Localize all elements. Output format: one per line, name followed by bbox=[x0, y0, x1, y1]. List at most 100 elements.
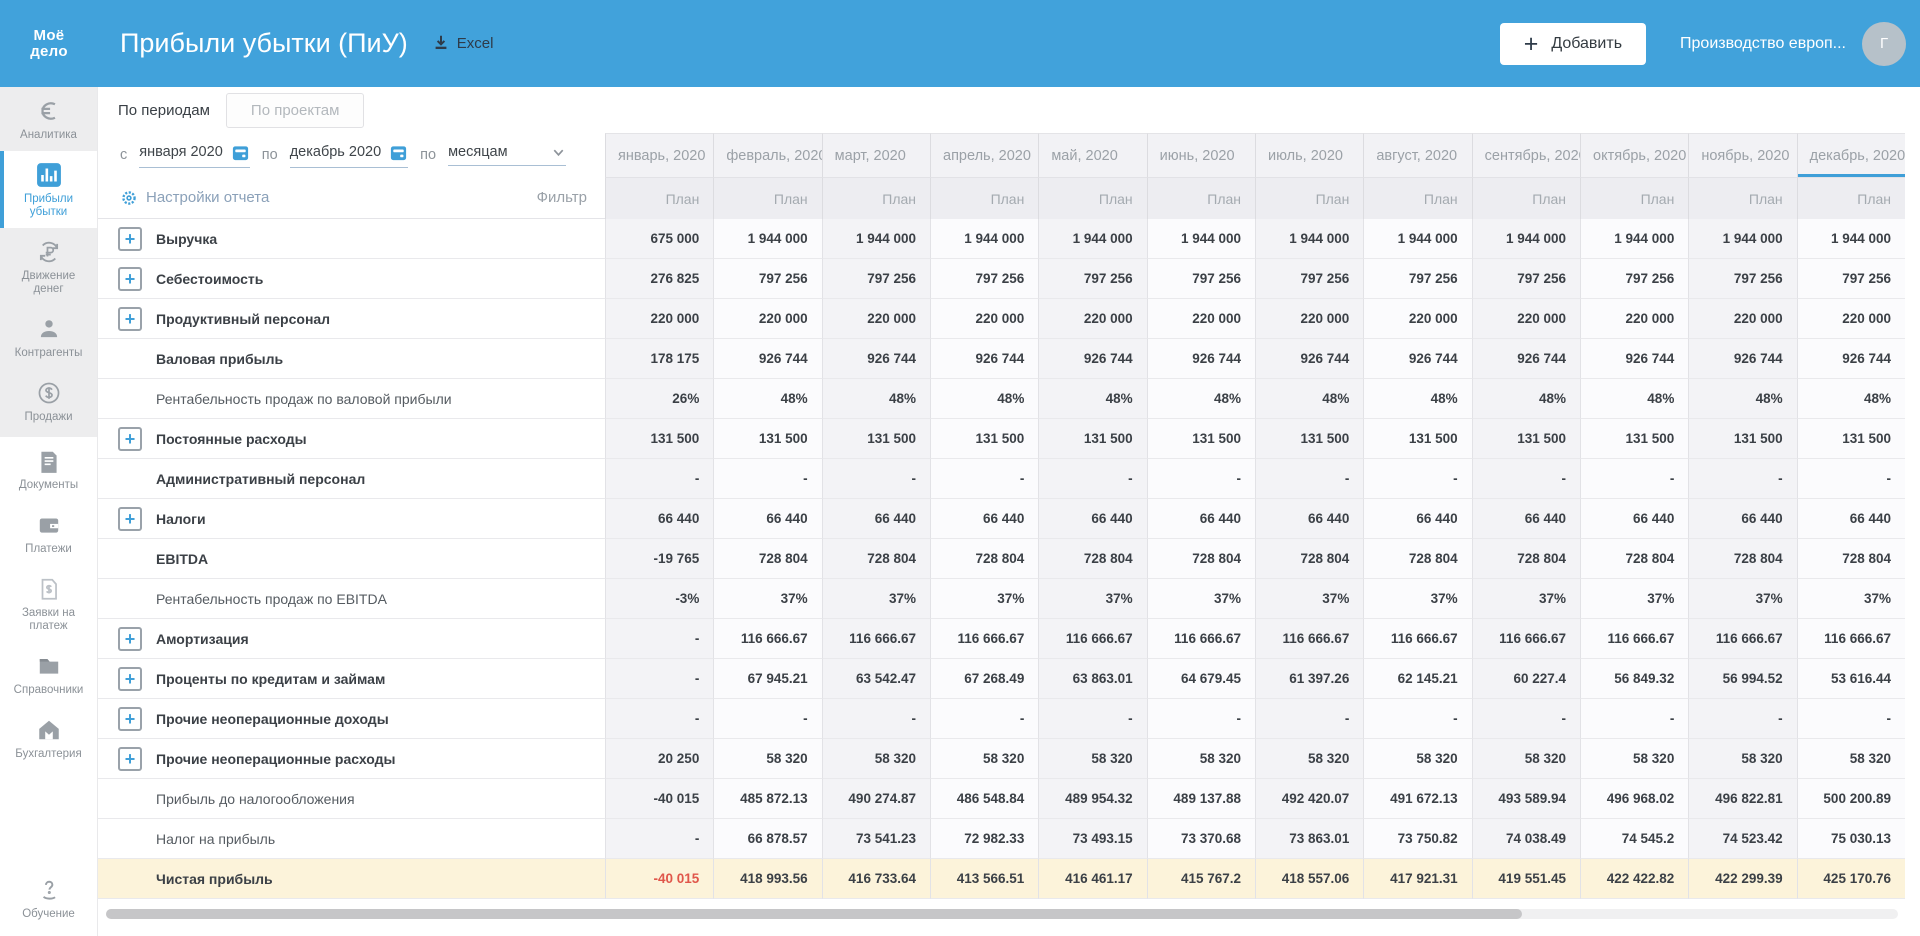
app-logo[interactable]: Моё дело bbox=[0, 28, 98, 60]
value-cell: 131 500 bbox=[1255, 419, 1363, 459]
excel-export-link[interactable]: Excel bbox=[432, 33, 494, 55]
row-label: Чистая прибыль bbox=[156, 871, 273, 887]
value-cell: - bbox=[1038, 459, 1146, 499]
month-header-7[interactable]: июль, 2020 bbox=[1255, 133, 1363, 177]
month-header-1[interactable]: январь, 2020 bbox=[605, 133, 713, 177]
value-cell: 58 320 bbox=[1255, 739, 1363, 779]
sidebar-item-payments-wallet[interactable]: Платежи bbox=[0, 501, 97, 565]
value-cell: 48% bbox=[1038, 379, 1146, 419]
value-cell: 489 954.32 bbox=[1038, 779, 1146, 819]
sidebar-item-label: Документы bbox=[19, 479, 78, 492]
value-cell: - bbox=[713, 699, 821, 739]
filter-link[interactable]: Фильтр bbox=[537, 189, 587, 206]
month-header-12[interactable]: декабрь, 2020 bbox=[1797, 133, 1905, 177]
top-header-bar: Моё дело Прибыли убытки (ПиУ) Excel + До… bbox=[0, 0, 1920, 87]
value-cell: 926 744 bbox=[713, 339, 821, 379]
value-cell: 1 944 000 bbox=[1255, 219, 1363, 259]
sidebar-item-accounting-home[interactable]: Бухгалтерия bbox=[0, 706, 97, 770]
value-cell: 220 000 bbox=[605, 299, 713, 339]
expand-row-button[interactable]: + bbox=[118, 667, 142, 691]
avatar[interactable]: Г bbox=[1862, 22, 1906, 66]
plan-subheader: План bbox=[605, 177, 713, 219]
value-cell: 797 256 bbox=[1038, 259, 1146, 299]
value-cell: - bbox=[1688, 699, 1796, 739]
horizontal-scrollbar-track[interactable] bbox=[106, 909, 1898, 919]
report-settings-link[interactable]: Настройки отчета bbox=[120, 189, 269, 207]
value-cell: 37% bbox=[822, 579, 930, 619]
value-cell: 58 320 bbox=[1038, 739, 1146, 779]
value-cell: 1 944 000 bbox=[930, 219, 1038, 259]
expand-row-button[interactable]: + bbox=[118, 747, 142, 771]
month-header-8[interactable]: август, 2020 bbox=[1363, 133, 1471, 177]
tab-by-periods[interactable]: По периодам bbox=[118, 102, 210, 119]
report-settings-label: Настройки отчета bbox=[146, 189, 269, 206]
value-cell: 728 804 bbox=[1255, 539, 1363, 579]
value-cell: 926 744 bbox=[822, 339, 930, 379]
date-from-field[interactable]: января 2020 bbox=[139, 143, 250, 168]
month-header-4[interactable]: апрель, 2020 bbox=[930, 133, 1038, 177]
value-cell: 116 666.67 bbox=[1580, 619, 1688, 659]
sidebar-item-money-flow-ruble[interactable]: Движение денег bbox=[0, 228, 97, 305]
sidebar-item-profit-loss-chart[interactable]: Прибыли убытки bbox=[0, 151, 97, 228]
value-cell: 491 672.13 bbox=[1363, 779, 1471, 819]
value-cell: 1 944 000 bbox=[713, 219, 821, 259]
value-cell: 116 666.67 bbox=[1797, 619, 1905, 659]
value-cell: 66 878.57 bbox=[713, 819, 821, 859]
value-cell: 116 666.67 bbox=[1688, 619, 1796, 659]
value-cell: 220 000 bbox=[1472, 299, 1580, 339]
sidebar-item-payment-request[interactable]: Заявки на платеж bbox=[0, 565, 97, 642]
value-cell: 116 666.67 bbox=[713, 619, 821, 659]
sidebar-group-analytics: АналитикаПрибыли убыткиДвижение денегКон… bbox=[0, 87, 97, 437]
value-cell: 37% bbox=[1688, 579, 1796, 619]
date-from-value: января 2020 bbox=[139, 144, 223, 160]
value-cell: 1 944 000 bbox=[822, 219, 930, 259]
company-selector[interactable]: Производство европ... bbox=[1680, 35, 1846, 53]
value-cell: 416 733.64 bbox=[822, 859, 930, 899]
sidebar-item-training-question[interactable]: Обучение bbox=[0, 866, 97, 930]
value-cell: 66 440 bbox=[822, 499, 930, 539]
value-cell: - bbox=[605, 659, 713, 699]
value-cell: 675 000 bbox=[605, 219, 713, 259]
month-header-10[interactable]: октябрь, 2020 bbox=[1580, 133, 1688, 177]
value-cell: 66 440 bbox=[1363, 499, 1471, 539]
month-header-11[interactable]: ноябрь, 2020 bbox=[1688, 133, 1796, 177]
sidebar-item-documents[interactable]: Документы bbox=[0, 437, 97, 501]
expand-row-button[interactable]: + bbox=[118, 227, 142, 251]
sidebar-item-contractors-person[interactable]: Контрагенты bbox=[0, 305, 97, 369]
value-cell: 73 750.82 bbox=[1363, 819, 1471, 859]
tab-by-projects[interactable]: По проектам bbox=[226, 93, 365, 128]
value-cell: 220 000 bbox=[1147, 299, 1255, 339]
row-label: Валовая прибыль bbox=[156, 351, 283, 367]
expand-row-button[interactable]: + bbox=[118, 707, 142, 731]
expand-row-button[interactable]: + bbox=[118, 427, 142, 451]
sidebar-item-directories-folder[interactable]: Справочники bbox=[0, 642, 97, 706]
add-button[interactable]: + Добавить bbox=[1500, 23, 1646, 65]
value-cell: 66 440 bbox=[1472, 499, 1580, 539]
value-cell: 425 170.76 bbox=[1797, 859, 1905, 899]
month-header-2[interactable]: февраль, 2020 bbox=[713, 133, 821, 177]
group-by-select[interactable]: месяцам bbox=[448, 144, 566, 166]
value-cell: 797 256 bbox=[1688, 259, 1796, 299]
sidebar-item-sales-dollar[interactable]: Продажи bbox=[0, 369, 97, 433]
horizontal-scrollbar-thumb[interactable] bbox=[106, 909, 1522, 919]
payments-wallet-icon bbox=[36, 512, 62, 538]
logo-line-1: Моё bbox=[0, 28, 98, 44]
expand-row-button[interactable]: + bbox=[118, 307, 142, 331]
sidebar-item-analytics[interactable]: Аналитика bbox=[0, 87, 97, 151]
value-cell: 728 804 bbox=[1038, 539, 1146, 579]
value-cell: 74 545.2 bbox=[1580, 819, 1688, 859]
expand-row-button[interactable]: + bbox=[118, 507, 142, 531]
value-cell: -3% bbox=[605, 579, 713, 619]
month-header-9[interactable]: сентябрь, 2020 bbox=[1472, 133, 1580, 177]
month-header-6[interactable]: июнь, 2020 bbox=[1147, 133, 1255, 177]
value-cell: 797 256 bbox=[1797, 259, 1905, 299]
expand-row-button[interactable]: + bbox=[118, 627, 142, 651]
value-cell: 926 744 bbox=[1472, 339, 1580, 379]
value-cell: 66 440 bbox=[1147, 499, 1255, 539]
month-header-5[interactable]: май, 2020 bbox=[1038, 133, 1146, 177]
expand-row-button[interactable]: + bbox=[118, 267, 142, 291]
month-header-3[interactable]: март, 2020 bbox=[822, 133, 930, 177]
value-cell: 37% bbox=[1797, 579, 1905, 619]
date-to-field[interactable]: декабрь 2020 bbox=[290, 143, 408, 168]
row-label: Прибыль до налогообложения bbox=[156, 791, 355, 807]
